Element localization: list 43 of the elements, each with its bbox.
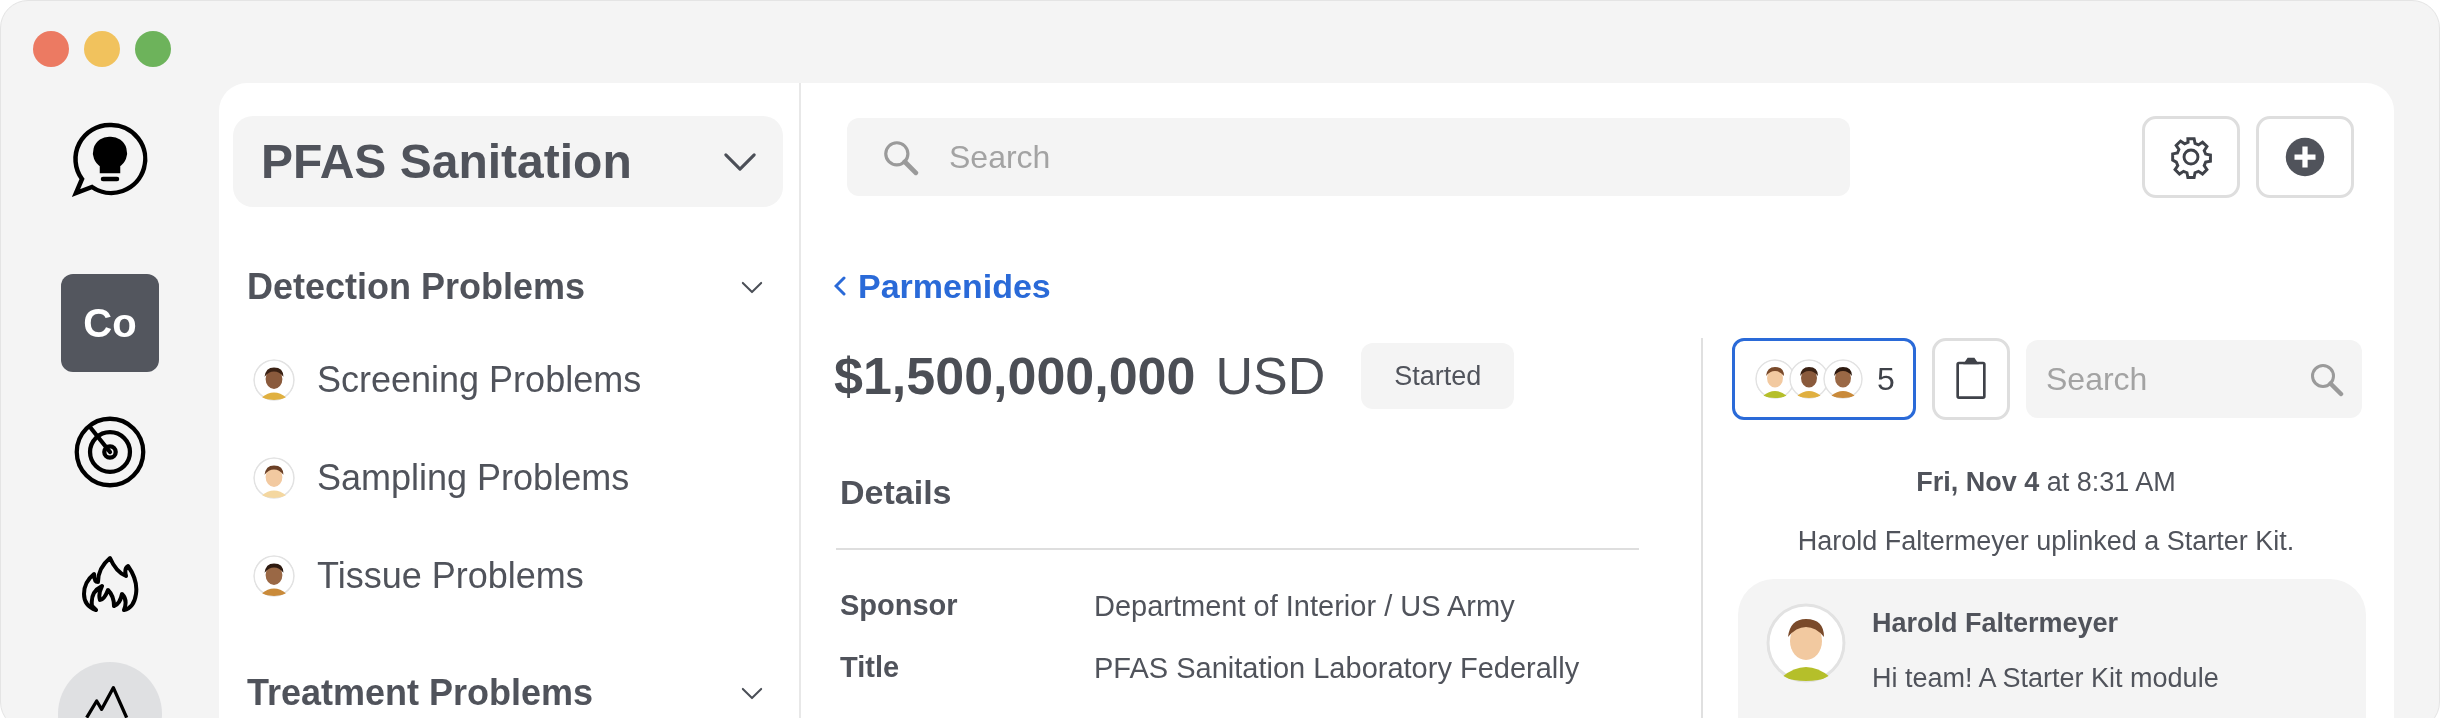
project-selector[interactable]: PFAS Sanitation [233,116,783,207]
chevron-icon[interactable] [723,151,757,172]
message-text: Hi team! A Starter Kit module [1872,661,2219,695]
detail-label: Title [839,650,901,685]
section-heading[interactable]: Detection Problems [247,260,586,314]
avatar-icon [1789,359,1829,399]
detail-label: Sponsor [839,588,959,623]
detail-value: Department of Interior / US Army [1094,589,1516,624]
message-author: Harold Faltermeyer [1872,607,2120,640]
details-heading: Details [840,471,953,513]
avatar-icon [253,555,295,597]
window-control[interactable] [33,31,69,67]
back-chevron-icon [834,276,846,296]
target-icon[interactable] [72,414,148,490]
members-button[interactable]: 5 [1732,338,1916,420]
avatar-icon [253,359,295,401]
search-icon [2308,361,2344,397]
workspace-button[interactable]: Co [61,274,159,372]
plus-icon [2284,136,2326,178]
avatar-icon [1766,603,1846,683]
activity-event: Harold Faltermeyer uplinked a Starter Kit. [1796,524,2296,558]
clipboard-button[interactable] [1932,338,2010,420]
flame-icon[interactable] [80,553,140,615]
settings-button[interactable] [2142,116,2240,198]
add-button[interactable] [2256,116,2354,198]
chevron-icon[interactable] [741,280,763,294]
problem-item[interactable]: Tissue Problems [317,549,584,603]
funding-amount: $1,500,000,000 [834,346,1196,407]
problem-item[interactable]: Sampling Problems [317,451,630,505]
status-badge: Started [1361,343,1515,409]
avatar-icon [253,457,295,499]
problem-item[interactable]: Screening Problems [317,353,642,407]
clipboard-icon [1955,357,1987,401]
section-heading[interactable]: Treatment Problems [247,666,594,718]
activity-date: Fri, Nov 4 at 8:31 AM [1915,466,2177,499]
avatar-icon [1755,359,1795,399]
chevron-icon[interactable] [741,686,763,700]
currency-label: USD [1215,346,1326,407]
settings-icon [2169,135,2213,179]
back-link[interactable]: Parmenides [834,266,1661,306]
detail-value: PFAS Sanitation Laboratory Federally [1094,651,1581,686]
search-icon [881,138,919,176]
avatar-icon [1823,359,1863,399]
